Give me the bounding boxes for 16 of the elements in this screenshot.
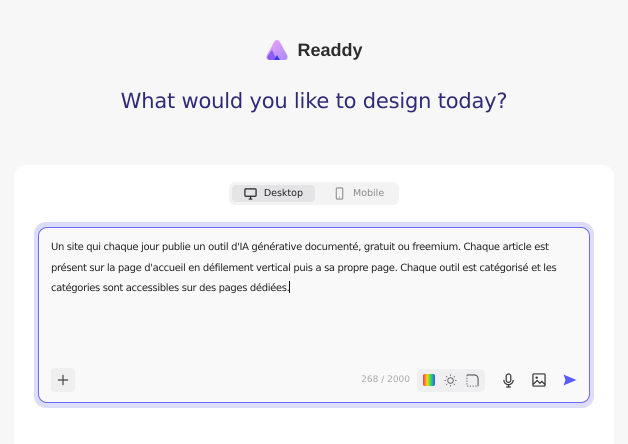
logo-icon [265,39,290,61]
color-palette-icon[interactable] [423,374,435,386]
corner-radius-icon[interactable] [466,374,479,386]
microphone-icon[interactable] [502,372,515,388]
brand-name: Readdy [297,40,363,60]
prompt-field[interactable]: Un site qui chaque jour publie un outil d'IA générative documenté, gratuit ou freemium. Chaque article est présent sur la page d'accueil en défilement vertical puis a sa propre page. Chaque outil est catégorisé et les catégories sont accessibles sur des pages dédiées. 268 / 2000 [38,227,590,403]
brightness-icon[interactable] [444,374,457,386]
add-button[interactable] [51,368,75,392]
phone-icon [333,187,346,200]
character-counter: 268 / 2000 [361,375,410,385]
page-heading: What would you like to design today? [120,89,508,113]
send-icon[interactable] [563,374,577,386]
plus-icon [57,374,69,386]
image-icon[interactable] [532,373,546,387]
device-tab[interactable]: Desktop [232,185,315,202]
monitor-icon [244,187,257,200]
